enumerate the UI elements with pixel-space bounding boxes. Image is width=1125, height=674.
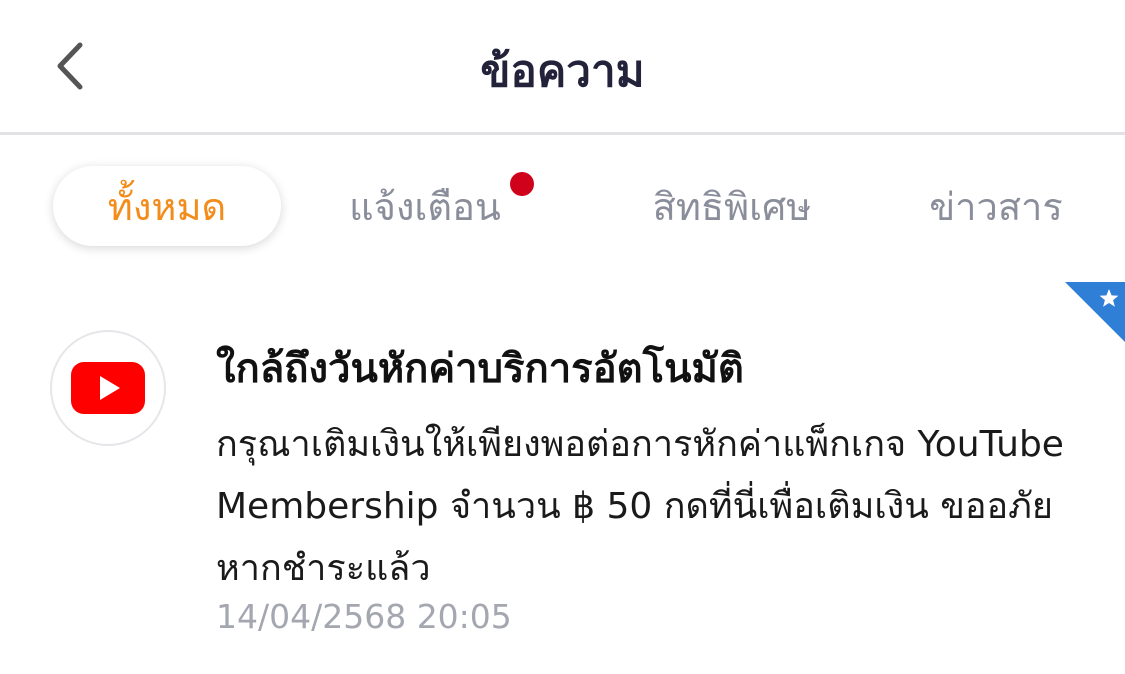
page-title: ข้อความ: [480, 46, 645, 97]
star-icon: [1065, 282, 1125, 342]
tab-news[interactable]: ข่าวสาร: [900, 166, 1092, 246]
tab-privileges[interactable]: สิทธิพิเศษ: [612, 166, 852, 246]
tab-all[interactable]: ทั้งหมด: [53, 166, 281, 246]
unread-dot: [510, 172, 534, 196]
message-body: กรุณาเติมเงินให้เพียงพอต่อการหักค่าแพ็กเ…: [216, 424, 1064, 589]
youtube-icon: [71, 362, 145, 414]
message-tabs: ทั้งหมด แจ้งเตือน สิทธิพิเศษ ข่าวสาร: [0, 166, 1125, 248]
tab-alerts[interactable]: แจ้งเตือน: [320, 166, 530, 246]
message-title: ใกล้ถึงวันหักค่าบริการอัตโนมัติ: [216, 346, 744, 392]
sender-avatar: [50, 330, 166, 446]
top-bar: ข้อความ: [0, 0, 1125, 135]
message-timestamp: 14/04/2568 20:05: [216, 597, 512, 636]
